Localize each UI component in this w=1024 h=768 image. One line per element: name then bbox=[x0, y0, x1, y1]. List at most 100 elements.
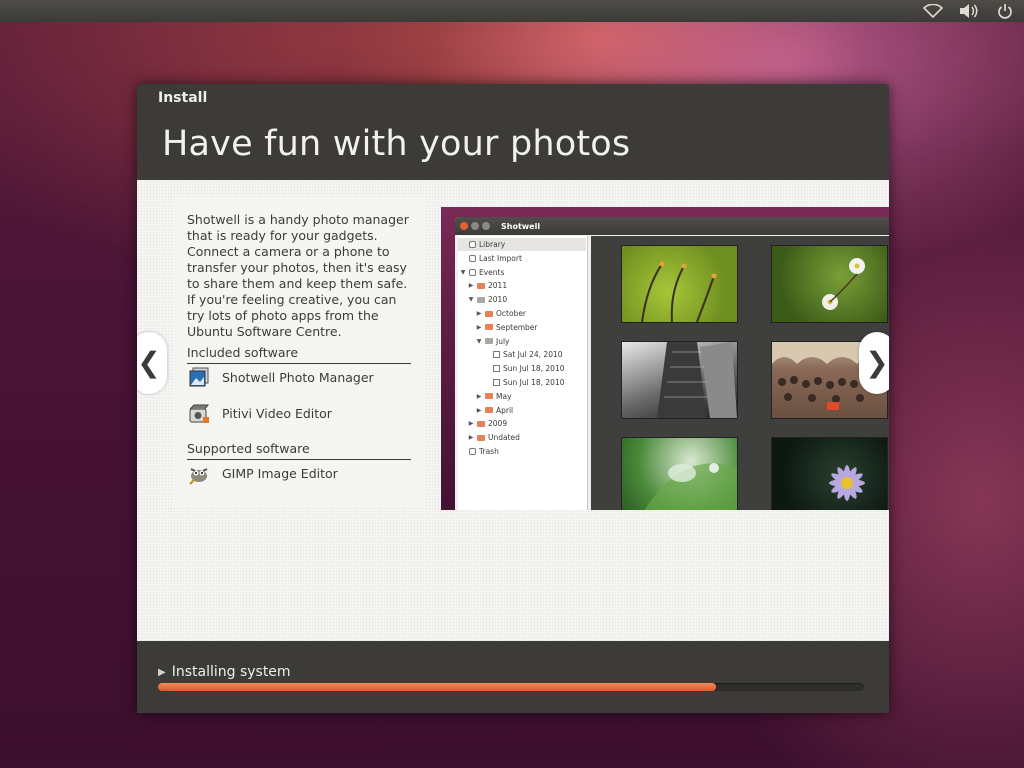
software-label: Shotwell Photo Manager bbox=[222, 370, 374, 385]
tree-item-label: Last Import bbox=[479, 253, 522, 263]
shotwell-sidebar: Library Last Import ▼ Events ▶ 2011 ▼ 2010 ▶ Octo… bbox=[458, 236, 588, 510]
folder-icon bbox=[485, 324, 493, 331]
chevron-left-icon: ❮ bbox=[137, 346, 161, 379]
volume-icon[interactable] bbox=[958, 2, 980, 20]
tree-expander-icon: ▶ bbox=[476, 310, 482, 317]
shotwell-tree-item: ▶ September bbox=[458, 321, 538, 334]
shotwell-title: Shotwell bbox=[501, 221, 541, 231]
folder-icon bbox=[485, 310, 493, 317]
supported-software-title: Supported software bbox=[187, 441, 411, 460]
tree-expander-icon: ▼ bbox=[460, 268, 466, 276]
maximize-icon bbox=[482, 222, 490, 230]
minimize-icon bbox=[471, 222, 479, 230]
top-panel bbox=[0, 0, 1024, 22]
shotwell-titlebar: Shotwell bbox=[455, 217, 889, 235]
shotwell-icon bbox=[187, 366, 210, 389]
tree-expander-icon: ▶ bbox=[468, 420, 474, 428]
trash-icon bbox=[469, 448, 476, 455]
tree-item-label: Library bbox=[479, 240, 506, 249]
wifi-icon[interactable] bbox=[922, 2, 944, 20]
waterdrop-leaf-photo bbox=[621, 437, 738, 510]
expander-arrow-icon: ▶ bbox=[158, 666, 166, 678]
shotwell-tree-item: ▶ May bbox=[458, 390, 512, 403]
shotwell-tree-item: Sun Jul 18, 2010 bbox=[458, 362, 564, 375]
cal-icon bbox=[493, 379, 500, 386]
tree-expander-icon: ▶ bbox=[468, 282, 474, 290]
close-icon bbox=[460, 222, 468, 230]
shotwell-tree-item: Sun Jul 18, 2010 bbox=[458, 376, 564, 389]
tree-expander-icon: ▼ bbox=[476, 337, 482, 345]
installer-window: Install Have fun with your photos Shotwe… bbox=[137, 84, 889, 713]
next-slide-button[interactable]: ❯ bbox=[859, 332, 889, 394]
purple-aster-photo bbox=[771, 437, 888, 510]
tree-item-label: Sun Jul 18, 2010 bbox=[503, 364, 565, 374]
shotwell-tree-item: Trash bbox=[458, 445, 499, 458]
folder-icon bbox=[485, 407, 493, 414]
shotwell-tree-item: ▼ 2010 bbox=[458, 293, 507, 306]
tree-expander-icon: ▶ bbox=[476, 392, 482, 400]
shotwell-screenshot: Shotwell Library Last Import ▼ Events ▶ 2011 ▼… bbox=[441, 207, 889, 510]
cal-icon bbox=[493, 365, 500, 373]
shotwell-tree-item: Sat Jul 24, 2010 bbox=[458, 348, 563, 361]
power-icon[interactable] bbox=[994, 2, 1016, 20]
tree-item-label: April bbox=[496, 405, 514, 415]
shotwell-tree-item: ▶ Undated bbox=[458, 431, 520, 444]
tree-item-label: 2009 bbox=[488, 419, 508, 429]
software-item-shotwell: Shotwell Photo Manager bbox=[187, 366, 374, 389]
shotwell-tree-item: ▶ October bbox=[458, 307, 526, 320]
library-icon bbox=[469, 241, 476, 248]
white-blossom-photo bbox=[771, 245, 888, 323]
tree-item-label: Sun Jul 18, 2010 bbox=[503, 378, 565, 387]
shotwell-photo-grid bbox=[591, 236, 889, 510]
slideshow-area: Shotwell is a handy photo manager that i… bbox=[137, 180, 889, 641]
tree-expander-icon: ▶ bbox=[476, 406, 482, 414]
tree-item-label: October bbox=[496, 309, 527, 318]
shotwell-tree-item: ▼ Events bbox=[458, 266, 505, 279]
folder-icon bbox=[485, 393, 493, 400]
progress-bar-fill bbox=[158, 683, 716, 691]
tree-item-label: May bbox=[496, 391, 512, 401]
folder-icon bbox=[485, 338, 493, 345]
skyscraper-bw-photo bbox=[621, 341, 738, 419]
tree-item-label: 2010 bbox=[488, 295, 508, 305]
slide-description: Shotwell is a handy photo manager that i… bbox=[187, 212, 409, 339]
shotwell-tree-item: ▶ 2009 bbox=[458, 417, 507, 430]
tree-item-label: Trash bbox=[479, 447, 499, 456]
shotwell-tree-item: ▼ July bbox=[458, 335, 510, 348]
window-title: Install bbox=[158, 90, 208, 106]
tree-item-label: July bbox=[496, 336, 510, 346]
tree-expander-icon: ▶ bbox=[468, 434, 474, 442]
events-icon bbox=[469, 268, 476, 276]
folder-icon bbox=[477, 420, 485, 427]
pitivi-icon bbox=[187, 402, 210, 425]
progress-bar bbox=[158, 683, 864, 691]
chevron-right-icon: ❯ bbox=[865, 346, 889, 379]
included-software-title: Included software bbox=[187, 345, 411, 364]
shotwell-window: Shotwell Library Last Import ▼ Events ▶ 2011 ▼… bbox=[455, 217, 889, 510]
tree-item-label: September bbox=[496, 322, 538, 332]
progress-label: Installing system bbox=[171, 664, 291, 680]
tree-item-label: 2011 bbox=[488, 281, 508, 291]
shotwell-tree-item: ▶ April bbox=[458, 404, 513, 417]
gimp-icon bbox=[187, 462, 210, 485]
progress-expander[interactable]: ▶ Installing system bbox=[158, 664, 291, 680]
tree-expander-icon: ▶ bbox=[476, 323, 482, 331]
slide-info-column: Shotwell is a handy photo manager that i… bbox=[174, 198, 424, 506]
shotwell-tree-item: Last Import bbox=[458, 252, 522, 265]
software-label: GIMP Image Editor bbox=[222, 466, 338, 481]
shotwell-tree-item: Library bbox=[458, 238, 586, 251]
folder-icon bbox=[477, 296, 485, 303]
folder-icon bbox=[477, 282, 485, 289]
slide-heading: Have fun with your photos bbox=[162, 124, 631, 164]
software-label: Pitivi Video Editor bbox=[222, 406, 332, 421]
software-item-pitivi: Pitivi Video Editor bbox=[187, 402, 332, 425]
tree-expander-icon: ▼ bbox=[468, 296, 474, 304]
tree-item-label: Events bbox=[479, 267, 505, 277]
green-stems-photo bbox=[621, 245, 738, 323]
tree-item-label: Undated bbox=[488, 433, 520, 443]
shotwell-tree-item: ▶ 2011 bbox=[458, 279, 507, 292]
tree-item-label: Sat Jul 24, 2010 bbox=[503, 350, 563, 360]
previous-slide-button[interactable]: ❮ bbox=[137, 332, 167, 394]
cal-icon bbox=[493, 351, 500, 359]
software-item-gimp: GIMP Image Editor bbox=[187, 462, 338, 485]
